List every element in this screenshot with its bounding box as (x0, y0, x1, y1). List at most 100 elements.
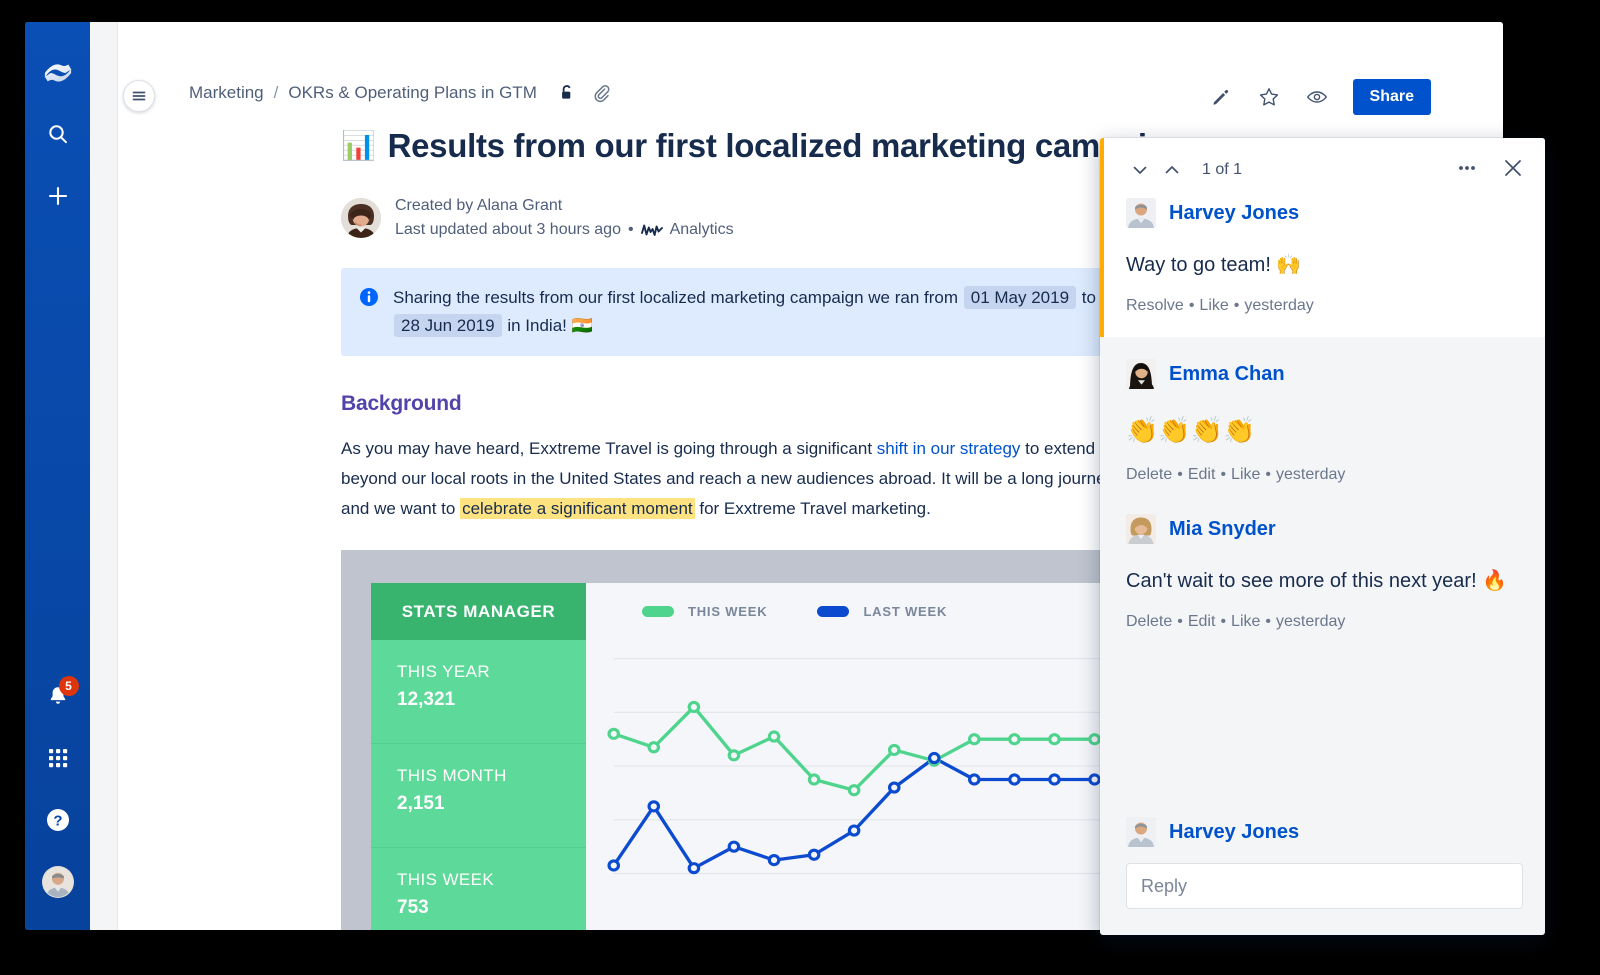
chevron-up-icon[interactable] (1158, 156, 1186, 184)
breadcrumb-parent-page[interactable]: OKRs & Operating Plans in GTM (288, 83, 536, 103)
chart-inner: STATS MANAGER THIS YEAR 12,321 THIS MONT… (371, 583, 1141, 930)
header-actions: Share (1209, 79, 1431, 115)
comment-counter: 1 of 1 (1202, 161, 1243, 178)
action-dot: • (1265, 466, 1272, 484)
analytics-label[interactable]: Analytics (670, 218, 734, 242)
stats-manager-panel: STATS MANAGER THIS YEAR 12,321 THIS MONT… (371, 583, 586, 930)
comment-text: Way to go team! 🙌 (1126, 254, 1302, 276)
stats-chart-image[interactable]: STATS MANAGER THIS YEAR 12,321 THIS MONT… (341, 550, 1141, 930)
create-icon[interactable] (38, 176, 78, 216)
close-icon[interactable] (1499, 154, 1527, 182)
info-panel-text: Sharing the results from our first local… (393, 284, 1113, 340)
comment-thread: Emma Chan 👏👏👏👏 Delete • Edit • Like • yesterda… (1100, 337, 1545, 813)
comment-timestamp: yesterday (1276, 613, 1346, 631)
comment-author-name[interactable]: Emma Chan (1169, 363, 1285, 386)
info-text-middle: to (1081, 287, 1096, 307)
legend-item-this-week: THIS WEEK (642, 604, 767, 619)
info-circle-icon (359, 287, 379, 316)
more-options-icon[interactable] (1453, 154, 1481, 182)
comment-action-like[interactable]: Like (1199, 297, 1228, 314)
line-plot (586, 640, 1141, 930)
comment-timestamp: yesterday (1244, 297, 1314, 314)
harvey-jones-avatar[interactable] (1126, 817, 1156, 847)
stat-label: THIS YEAR (397, 662, 491, 682)
breadcrumb: Marketing / OKRs & Operating Plans in GT… (189, 83, 611, 103)
info-text-after: in India! (507, 315, 567, 335)
india-flag-emoji: 🇮🇳 (571, 315, 593, 335)
date-chip-start[interactable]: 01 May 2019 (963, 285, 1077, 309)
reply-author-name[interactable]: Harvey Jones (1169, 821, 1299, 844)
legend-swatch-last-week (817, 606, 850, 618)
alana-grant-avatar[interactable] (341, 197, 381, 238)
comment-action-like[interactable]: Like (1231, 466, 1260, 483)
comment-action-delete[interactable]: Delete (1126, 466, 1172, 483)
confluence-logo-icon[interactable] (38, 52, 78, 92)
stat-value: 12,321 (397, 689, 456, 711)
eye-watch-icon[interactable] (1305, 85, 1329, 109)
date-chip-end[interactable]: 28 Jun 2019 (394, 313, 502, 337)
highlighted-phrase: celebrate a significant moment (460, 498, 695, 520)
mia-snyder-avatar[interactable] (1126, 514, 1156, 545)
legend-swatch-this-week (642, 606, 674, 618)
breadcrumb-separator: / (273, 83, 279, 102)
hamburger-menu-icon[interactable] (123, 80, 155, 112)
sidebar-bottom-group: 5 ? (38, 676, 79, 930)
body-part-1: As you may have heard, Exxtreme Travel i… (341, 438, 877, 458)
breadcrumb-space[interactable]: Marketing (189, 83, 264, 103)
comment-actions: Delete • Edit • Like • yesterday (1126, 466, 1523, 484)
stat-value: 753 (397, 896, 429, 918)
plot-column: THIS WEEK LAST WEEK (586, 583, 1141, 930)
chevron-down-icon[interactable] (1126, 156, 1154, 184)
stat-cell-this-month: THIS MONTH 2,151 (371, 743, 586, 847)
legend-label: LAST WEEK (863, 604, 948, 620)
emma-chan-avatar[interactable] (1126, 359, 1156, 389)
info-text-before: Sharing the results from our first local… (393, 287, 959, 307)
help-icon[interactable]: ? (38, 800, 78, 840)
profile-avatar[interactable] (38, 862, 78, 902)
star-outline-icon[interactable] (1257, 85, 1281, 109)
action-dot: • (1188, 297, 1195, 314)
body-paragraph: As you may have heard, Exxtreme Travel i… (341, 434, 1141, 525)
action-dot: • (1177, 613, 1183, 631)
stats-manager-title: STATS MANAGER (371, 583, 586, 641)
stat-value: 2,151 (397, 793, 445, 815)
reply-author-row: Harvey Jones (1126, 817, 1523, 847)
byline-meta: Created by Alana Grant Last updated abou… (395, 194, 734, 242)
app-switcher-icon[interactable] (38, 738, 78, 778)
harvey-jones-avatar[interactable] (1126, 198, 1156, 228)
paperclip-icon[interactable] (591, 83, 611, 103)
legend-item-last-week: LAST WEEK (817, 604, 947, 619)
comment-actions: Delete • Edit • Like • yesterday (1126, 613, 1523, 631)
action-dot: • (1177, 466, 1183, 484)
comment-actions: Resolve • Like • yesterday (1126, 297, 1523, 315)
comment-action-resolve[interactable]: Resolve (1126, 297, 1184, 314)
comment-author-name[interactable]: Harvey Jones (1169, 202, 1299, 225)
sidebar-top-group (38, 22, 78, 216)
pencil-edit-icon[interactable] (1209, 85, 1233, 109)
comment-action-delete[interactable]: Delete (1126, 613, 1172, 630)
reply-input[interactable] (1126, 863, 1523, 909)
bar-chart-emoji: 📊 (341, 129, 376, 161)
analytics-pulse-icon (640, 222, 663, 238)
share-button[interactable]: Share (1352, 79, 1431, 115)
strategy-link[interactable]: shift in our strategy (877, 439, 1021, 458)
global-sidebar: 5 ? (25, 22, 90, 930)
stat-label: THIS WEEK (397, 869, 495, 889)
byline-last-updated: Last updated about 3 hours ago (395, 220, 621, 238)
stat-label: THIS MONTH (397, 766, 507, 786)
profile-avatar-image (41, 866, 74, 898)
comment-author-row: Mia Snyder (1126, 514, 1523, 545)
reply-block: Harvey Jones (1100, 813, 1545, 935)
action-dot: • (1220, 466, 1227, 484)
comment-author-name[interactable]: Mia Snyder (1169, 518, 1276, 541)
comment-action-edit[interactable]: Edit (1188, 613, 1216, 630)
body-part-3: for Exxtreme Travel marketing. (694, 499, 931, 519)
comment-author-row: Emma Chan (1126, 359, 1523, 389)
search-icon[interactable] (38, 114, 78, 154)
unlocked-padlock-icon[interactable] (557, 83, 577, 103)
comment-action-like[interactable]: Like (1231, 613, 1260, 630)
action-dot: • (1220, 613, 1227, 631)
notifications-bell-icon[interactable]: 5 (38, 676, 79, 716)
page-title-text: Results from our first localized marketi… (387, 127, 1187, 164)
comment-action-edit[interactable]: Edit (1188, 466, 1216, 483)
